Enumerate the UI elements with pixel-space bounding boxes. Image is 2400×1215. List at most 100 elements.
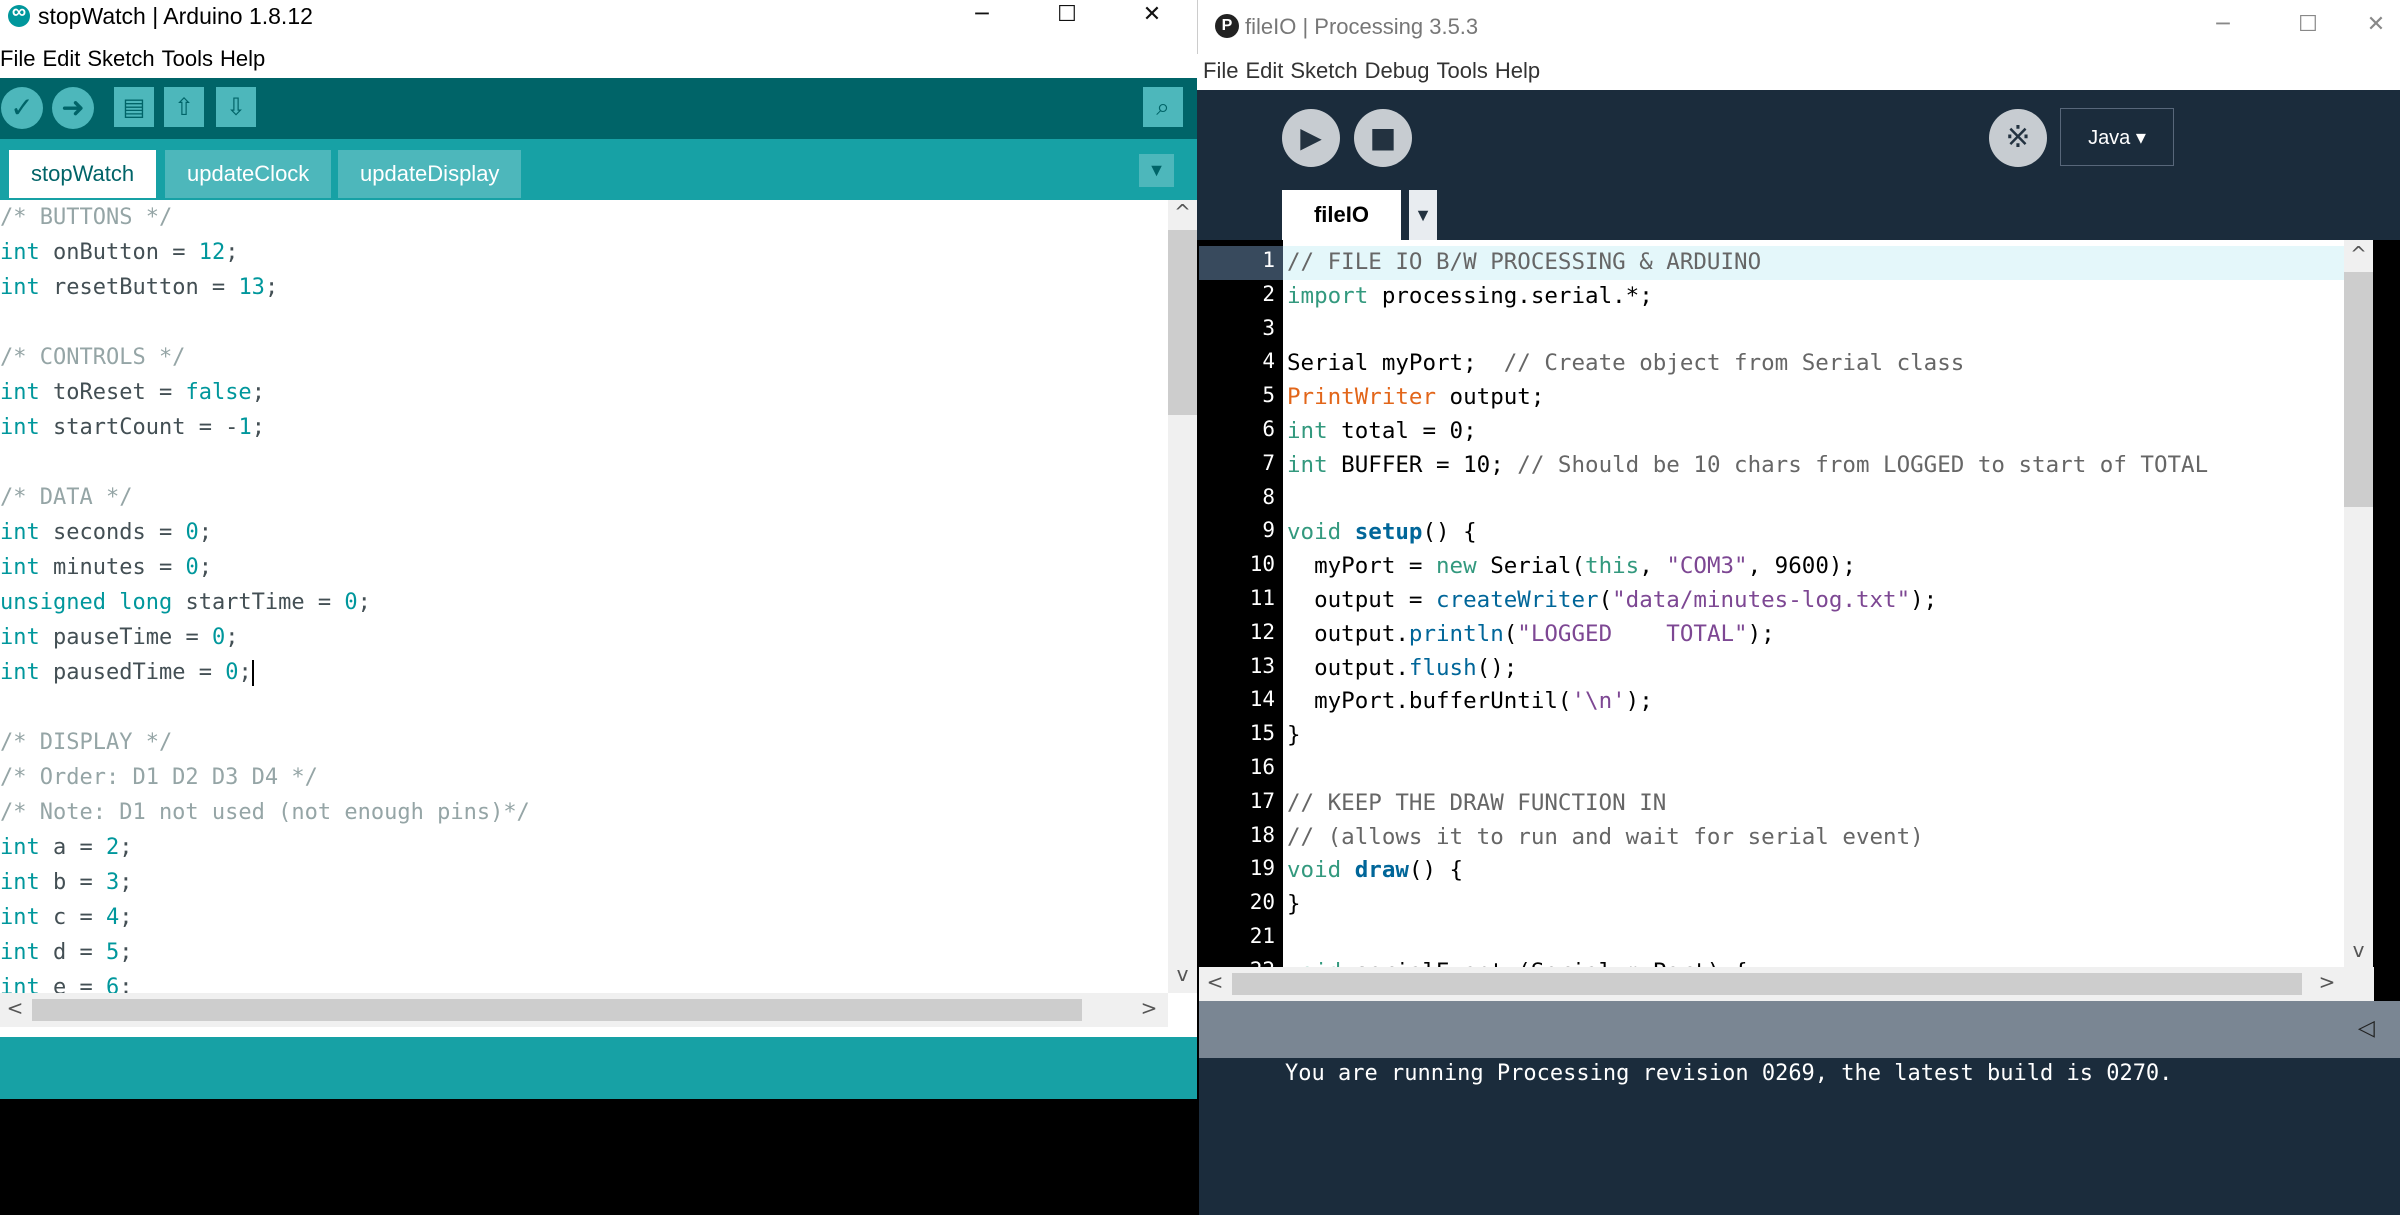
code-line: // FILE IO B/W PROCESSING & ARDUINO (1287, 246, 2208, 280)
tab-menu-dropdown-icon[interactable]: ▼ (1409, 190, 1437, 240)
processing-vertical-scroll-thumb[interactable] (2344, 272, 2373, 507)
close-icon[interactable]: ✕ (2354, 10, 2398, 42)
processing-status-bar (1199, 1001, 2400, 1058)
menu-help[interactable]: Help (1495, 58, 1540, 84)
code-token: myPort.bufferUntil( (1287, 688, 1572, 715)
processing-menubar: File Edit Sketch Debug Tools Help (1197, 54, 2400, 90)
tab-stopwatch[interactable]: stopWatch (9, 150, 157, 198)
minimize-icon[interactable]: ─ (2201, 10, 2245, 42)
code-token: ; (198, 555, 212, 580)
maximize-icon[interactable]: ☐ (1045, 0, 1089, 32)
tab-fileio[interactable]: fileIO (1282, 190, 1401, 240)
menu-sketch[interactable]: Sketch (1290, 58, 1357, 84)
arduino-horizontal-scroll-thumb[interactable] (32, 999, 1082, 1021)
code-token: int (1287, 451, 1328, 478)
serial-monitor-icon[interactable]: ⌕ (1143, 87, 1183, 127)
menu-edit[interactable]: Edit (1245, 58, 1283, 84)
code-token: c = (39, 905, 106, 930)
arduino-vertical-scroll-thumb[interactable] (1168, 230, 1197, 415)
code-token: ; (225, 625, 239, 650)
upload-icon[interactable]: ➜ (52, 87, 94, 129)
code-token: 0 (185, 555, 199, 580)
code-line: int pauseTime = 0; (0, 620, 530, 655)
menu-sketch[interactable]: Sketch (87, 46, 154, 72)
tab-updatedisplay[interactable]: updateDisplay (338, 150, 522, 198)
arduino-code-editor[interactable]: /* BUTTONS */int onButton = 12; int reset… (0, 200, 1168, 993)
menu-file[interactable]: File (0, 46, 35, 72)
code-line: void draw() { (1287, 854, 2208, 888)
code-line: int b = 3; (0, 865, 530, 900)
code-line: import processing.serial.*; (1287, 280, 2208, 314)
code-token: int (0, 380, 40, 405)
code-token: // FILE IO B/W PROCESSING & ARDUINO (1287, 249, 1762, 275)
scroll-down-icon[interactable]: v (1168, 962, 1197, 986)
mode-selector[interactable]: Java ▾ (2060, 108, 2174, 166)
code-token: int (0, 240, 40, 265)
code-line: int toReset = false; (0, 375, 530, 410)
menu-tools[interactable]: Tools (162, 46, 213, 72)
scroll-up-icon[interactable]: ^ (2344, 242, 2373, 266)
minimize-icon[interactable]: ─ (960, 0, 1004, 32)
processing-logo-icon: P (1215, 14, 1239, 38)
run-icon[interactable]: ▶ (1282, 109, 1340, 167)
code-line: output.println("LOGGED TOTAL"); (1287, 618, 2208, 652)
close-icon[interactable]: ✕ (1130, 0, 1174, 32)
line-number: 18 (1249, 822, 1275, 847)
menu-debug[interactable]: Debug (1365, 58, 1430, 84)
code-token: int (0, 905, 40, 930)
menu-tools[interactable]: Tools (1436, 58, 1487, 84)
code-token: onButton = (39, 240, 199, 265)
code-token: ); (1625, 688, 1653, 715)
code-token: 5 (105, 940, 120, 965)
processing-code-viewport[interactable]: // FILE IO B/W PROCESSING & ARDUINO impor… (1283, 240, 2344, 967)
line-number: 2 (1262, 281, 1275, 306)
code-token: // (allows it to run and wait for serial… (1287, 823, 1924, 850)
scroll-right-icon[interactable]: > (1136, 996, 1162, 1020)
code-token: int (0, 275, 40, 300)
new-sketch-icon[interactable]: ▤ (114, 87, 154, 127)
scroll-left-icon[interactable]: < (2, 996, 28, 1020)
menu-help[interactable]: Help (220, 46, 265, 72)
save-sketch-icon[interactable]: ⇩ (216, 87, 256, 127)
stop-icon[interactable]: ■ (1354, 109, 1412, 167)
code-token: setup (1354, 519, 1423, 546)
code-token: int (0, 870, 40, 895)
code-line: /* DATA */ (0, 480, 530, 515)
code-token: ; (357, 590, 371, 615)
arduino-menubar: File Edit Sketch Tools Help (0, 46, 1197, 76)
code-token: '\n' (1571, 688, 1626, 715)
code-token: resetButton = (39, 275, 239, 300)
code-token: int (0, 660, 40, 685)
tab-menu-dropdown-icon[interactable]: ▼ (1139, 154, 1174, 187)
code-token: PrintWriter (1287, 384, 1437, 411)
tab-updateclock[interactable]: updateClock (165, 150, 332, 198)
arduino-status-bar (0, 1037, 1197, 1099)
code-token: , 9600); (1747, 553, 1856, 580)
open-sketch-icon[interactable]: ⇧ (164, 87, 204, 127)
verify-icon[interactable]: ✓ (1, 87, 43, 129)
maximize-icon[interactable]: ☐ (2286, 10, 2330, 42)
menu-edit[interactable]: Edit (42, 46, 80, 72)
code-line: ​ (1287, 922, 2208, 956)
line-number: 8 (1262, 484, 1275, 509)
code-token: seconds = (39, 520, 186, 545)
debugger-icon[interactable]: ※ (1989, 109, 2047, 167)
scroll-up-icon[interactable]: ^ (1168, 200, 1197, 224)
text-cursor (251, 660, 254, 686)
scroll-left-icon[interactable]: < (1202, 970, 1228, 994)
processing-horizontal-scroll-thumb[interactable] (1232, 973, 2302, 995)
line-numbers: 12345678910111213141516171819202122 (1199, 246, 1283, 967)
code-line: int total = 0; (1287, 415, 2208, 449)
processing-code-text[interactable]: // FILE IO B/W PROCESSING & ARDUINO impor… (1287, 246, 2208, 967)
scroll-down-icon[interactable]: v (2344, 938, 2373, 962)
code-token: ; (119, 905, 133, 930)
scroll-right-icon[interactable]: > (2314, 970, 2340, 994)
code-line: ​ (1287, 314, 2208, 348)
arduino-code-text[interactable]: /* BUTTONS */int onButton = 12; int reset… (0, 200, 530, 993)
code-token: 2 (105, 835, 120, 860)
console-toggle-icon[interactable]: ◁ (2358, 1016, 2375, 1041)
menu-file[interactable]: File (1203, 58, 1238, 84)
code-token: 4 (105, 905, 120, 930)
